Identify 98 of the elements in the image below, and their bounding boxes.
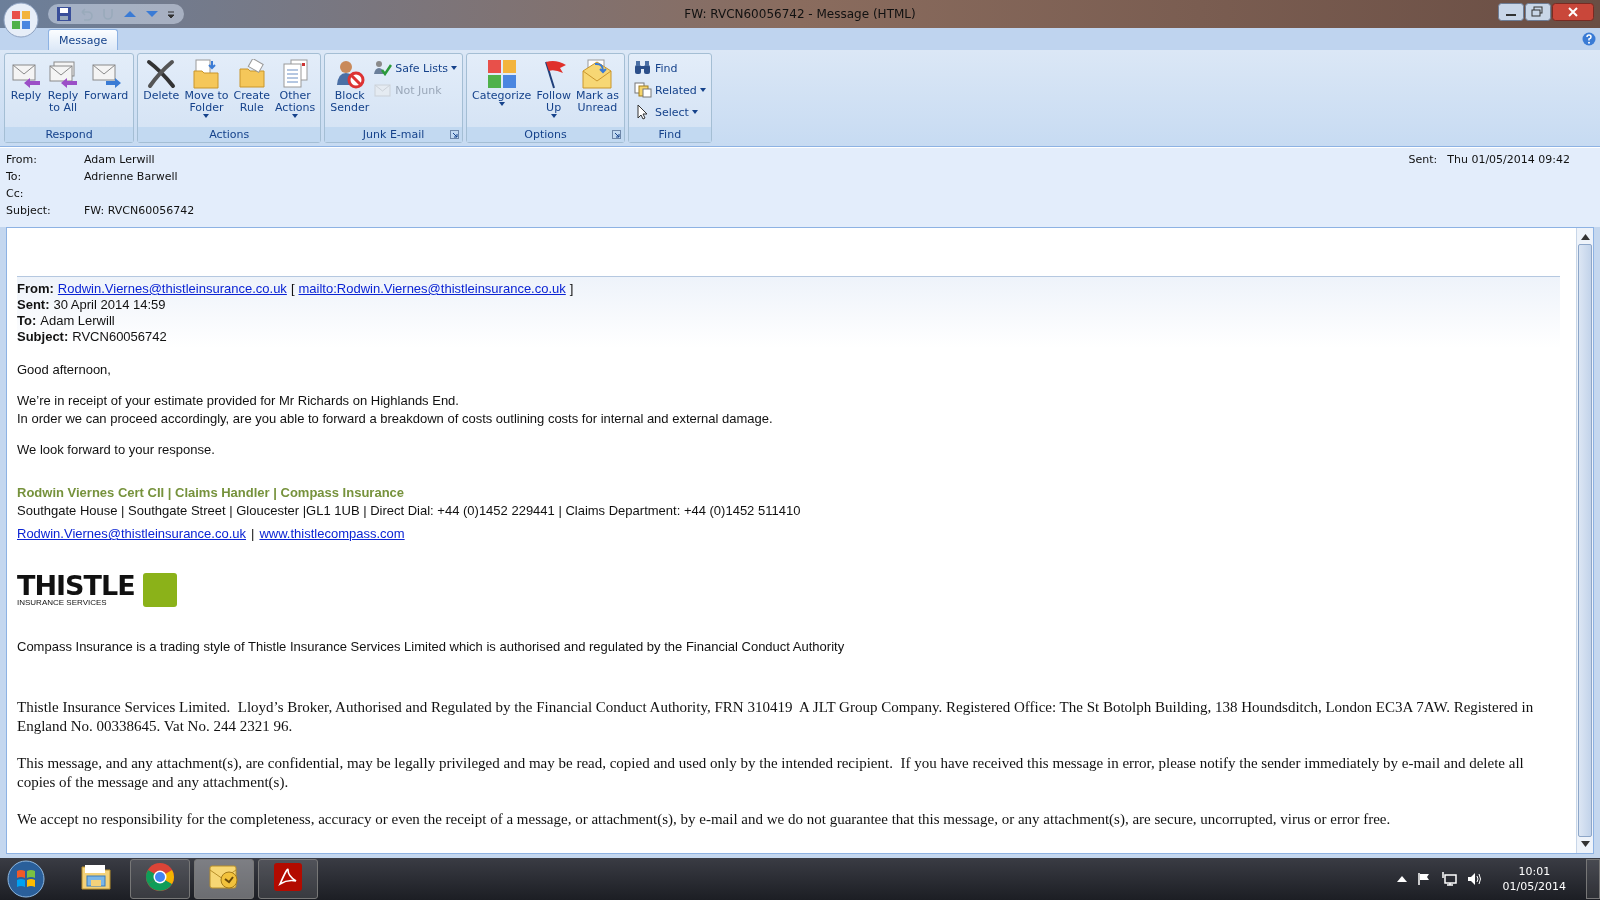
people-check-icon	[374, 60, 393, 76]
document-reader-icon[interactable]	[273, 862, 303, 892]
dropdown-caret-icon	[203, 114, 210, 118]
close-icon[interactable]	[1552, 3, 1594, 21]
reply-all-icon	[47, 59, 79, 89]
email-link[interactable]: mailto:Rodwin.Viernes@thistleinsurance.co.uk	[298, 281, 566, 297]
disclaimer-text: This message, and any attachment(s), are confidential, may be legally privileged and may be read, copied and used only by the intended recipient. If you have received this message in error, please notify the sender immediately by e-mail and delete all copies of the message and any attachment(s).	[17, 754, 1525, 792]
field-value: Adrienne Barwell	[84, 170, 178, 185]
header-text: ]	[569, 281, 574, 297]
show-hidden-icons-icon[interactable]	[1396, 875, 1407, 883]
field-label: Cc:	[6, 187, 25, 202]
help-icon[interactable]	[1582, 32, 1596, 46]
window-title: FW: RVCN60056742 - Message (HTML)	[684, 7, 916, 21]
scroll-thumb[interactable]	[1578, 244, 1592, 837]
delete-icon	[145, 59, 178, 89]
ribbon-button[interactable]: Select	[632, 102, 708, 122]
start-button[interactable]	[6, 859, 46, 899]
header-label: Subject:	[17, 329, 69, 345]
dialog-launcher-icon[interactable]	[450, 130, 460, 139]
scroll-up-icon[interactable]	[1580, 234, 1590, 240]
ribbon-button[interactable]: Other Actions	[273, 56, 318, 118]
folder-icon[interactable]	[79, 862, 113, 892]
field-value: FW: RVCN60056742	[84, 204, 195, 219]
ribbon-button[interactable]: Mark as Unread	[573, 56, 621, 114]
body-text: We look forward to your response.	[17, 441, 216, 459]
disclaimer-text: Thistle Insurance Services Limited. Lloyd’s Broker, Authorised and Regulated by the Financial Conduct Authority, FRN 310419 A JLT Group Company. Registered Office: The St Botolph Building, 138 Houndsditch, London EC3A 7AW. Registered in England No. 00338645. Vat No. 244 2321 96.	[17, 698, 1535, 736]
ribbon-button[interactable]: Move to Folder	[182, 56, 231, 118]
header-text: Adam Lerwill	[40, 313, 115, 329]
ribbon-button[interactable]: Create Rule	[231, 56, 272, 114]
group-label: Actions	[209, 128, 250, 141]
browser-icon[interactable]	[144, 861, 176, 893]
ribbon-button[interactable]: Block Sender	[328, 56, 372, 114]
ribbon-button[interactable]: Follow Up	[534, 56, 573, 118]
logo-name: THISTLE	[17, 573, 135, 598]
clock-date: 01/05/2014	[1502, 879, 1566, 894]
notice-text: Compass Insurance is a trading style of Thistle Insurance Services Limited which is authorised and regulated by the Financial Conduct Authority	[17, 639, 846, 654]
restore-icon[interactable]	[1525, 3, 1551, 21]
network-icon[interactable]	[1440, 872, 1457, 886]
binoculars-icon	[634, 60, 652, 76]
envelope-icon	[581, 59, 614, 89]
ribbon-button[interactable]: Safe Lists	[372, 58, 460, 78]
field-value: Thu 01/05/2014 09:42	[1447, 153, 1570, 168]
envelope-icon	[374, 82, 393, 98]
color-squares-icon	[485, 59, 518, 89]
logo-tagline: INSURANCE SERVICES	[17, 597, 108, 607]
show-desktop-button[interactable]	[1586, 859, 1600, 899]
clock-time: 10:01	[1518, 864, 1551, 879]
field-label: Sent:	[1408, 153, 1438, 168]
signature-link[interactable]: www.thistlecompass.com	[259, 526, 405, 541]
header-text: 30 April 2014 14:59	[53, 297, 166, 313]
scroll-down-icon[interactable]	[1580, 841, 1590, 847]
ribbon-button[interactable]: Find	[632, 58, 708, 78]
field-label: To:	[6, 170, 23, 185]
header-label: Sent:	[17, 297, 50, 313]
clock[interactable]: 10:01 01/05/2014	[1492, 864, 1576, 894]
body-text: In order we can proceed accordingly, are you able to forward a breakdown of costs outlining costs for internal and external damage.	[17, 410, 774, 428]
disclaimer-text: We accept no responsibility for the completeness, accuracy or even the receipt of a message, or attachment(s), by e-mail and we do not guarantee that this message, or any attachment(s), are secure, uncorrupted, virus or error free.	[17, 810, 1392, 829]
documents-icon	[634, 82, 652, 98]
ribbon-button[interactable]: Related	[632, 80, 708, 100]
signature-address: Southgate House | Southgate Street | Gloucester |GL1 1UB | Direct Dial: +44 (0)1452 229441 | Claims Department: +44 (0)1452 511410	[17, 502, 802, 520]
minimize-icon[interactable]	[1498, 3, 1524, 21]
field-value: Adam Lerwill	[84, 153, 155, 168]
dropdown-caret-icon	[498, 102, 505, 106]
ribbon-button[interactable]: Reply to All	[45, 56, 81, 114]
signature-title: Rodwin Viernes Cert CII | Claims Handler | Compass Insurance	[17, 484, 406, 502]
dropdown-caret-icon	[699, 88, 706, 92]
dropdown-caret-icon	[292, 114, 299, 118]
header-label: From:	[17, 281, 54, 297]
field-label: From:	[6, 153, 38, 168]
ribbon-button[interactable]: Delete	[141, 56, 182, 102]
ribbon-button[interactable]: Forward	[82, 56, 131, 102]
logo-square	[142, 573, 177, 607]
vertical-scrollbar[interactable]	[1576, 228, 1593, 853]
group-label: Find	[658, 128, 682, 141]
dropdown-caret-icon	[451, 66, 458, 70]
email-link[interactable]: Rodwin.Viernes@thistleinsurance.co.uk	[57, 281, 287, 297]
ribbon-button[interactable]: Categorize	[470, 56, 534, 106]
ribbon-button[interactable]: Reply	[8, 56, 44, 102]
speaker-icon[interactable]	[1466, 872, 1483, 886]
body-text: We’re in receipt of your estimate provided for Mr Richards on Highlands End.	[17, 392, 460, 410]
header-text: [	[290, 281, 295, 297]
header-text: RVCN60056742	[72, 329, 167, 345]
ribbon-tab[interactable]: Message	[48, 29, 119, 50]
taskbar-button[interactable]	[130, 859, 190, 899]
field-label: Subject:	[6, 204, 52, 219]
signature-link[interactable]: Rodwin.Viernes@thistleinsurance.co.uk	[17, 526, 247, 541]
taskbar-button[interactable]	[258, 859, 318, 899]
group-label: Options	[524, 128, 567, 141]
separator-text: |	[251, 526, 255, 541]
dropdown-caret-icon	[550, 114, 557, 118]
header-label: To:	[17, 313, 37, 329]
group-label: Respond	[45, 128, 93, 141]
save-icon[interactable]	[56, 6, 72, 22]
group-label: Junk E-mail	[362, 128, 425, 141]
body-text: Good afternoon,	[17, 361, 112, 379]
dialog-launcher-icon[interactable]	[612, 130, 621, 139]
flag-icon[interactable]	[1416, 872, 1431, 886]
dropdown-caret-icon	[691, 110, 698, 114]
